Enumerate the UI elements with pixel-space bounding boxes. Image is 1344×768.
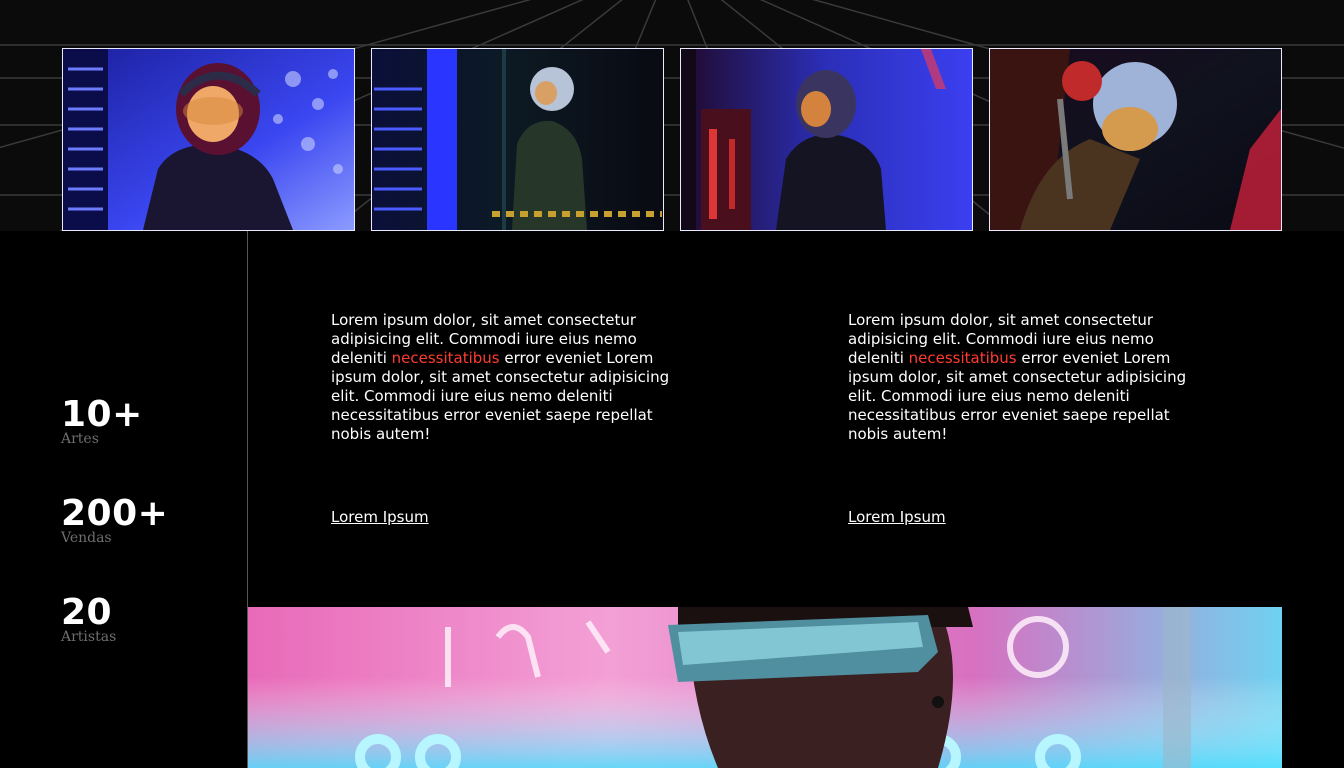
stats-panel: 10+ Artes 200+ Vendas 20 Artistas <box>0 231 248 768</box>
photo-gallery <box>62 48 1282 231</box>
column-1-link[interactable]: Lorem Ipsum <box>331 508 429 526</box>
paragraph-highlight: necessitatibus <box>391 349 500 367</box>
column-paragraph: Lorem ipsum dolor, sit amet consectetur … <box>848 311 1208 444</box>
astronaut-image-2 <box>372 49 663 230</box>
stat-value: 20 <box>61 592 113 633</box>
gallery-photo-1[interactable] <box>62 48 355 231</box>
text-column-2: Lorem ipsum dolor, sit amet consectetur … <box>848 311 1208 444</box>
gallery-photo-2[interactable] <box>371 48 664 231</box>
stat-artistas: 20 Artistas <box>61 592 117 646</box>
text-column-1: Lorem ipsum dolor, sit amet consectetur … <box>331 311 691 444</box>
top-gallery-band <box>0 0 1344 231</box>
paragraph-highlight: necessitatibus <box>908 349 1017 367</box>
astronaut-image-1 <box>63 49 354 230</box>
stat-label: Artistas <box>61 629 117 645</box>
gallery-photo-3[interactable] <box>680 48 973 231</box>
column-2-link[interactable]: Lorem Ipsum <box>848 508 946 526</box>
stat-vendas: 200+ Vendas <box>61 493 169 547</box>
hero-image <box>248 607 1282 768</box>
stat-value: 200+ <box>61 493 169 534</box>
astronaut-image-3 <box>681 49 972 230</box>
gallery-photo-4[interactable] <box>989 48 1282 231</box>
column-paragraph: Lorem ipsum dolor, sit amet consectetur … <box>331 311 691 444</box>
astronaut-image-4 <box>990 49 1281 230</box>
stat-artes: 10+ Artes <box>61 394 143 448</box>
stat-value: 10+ <box>61 394 143 435</box>
neon-portrait-image <box>248 607 1282 768</box>
